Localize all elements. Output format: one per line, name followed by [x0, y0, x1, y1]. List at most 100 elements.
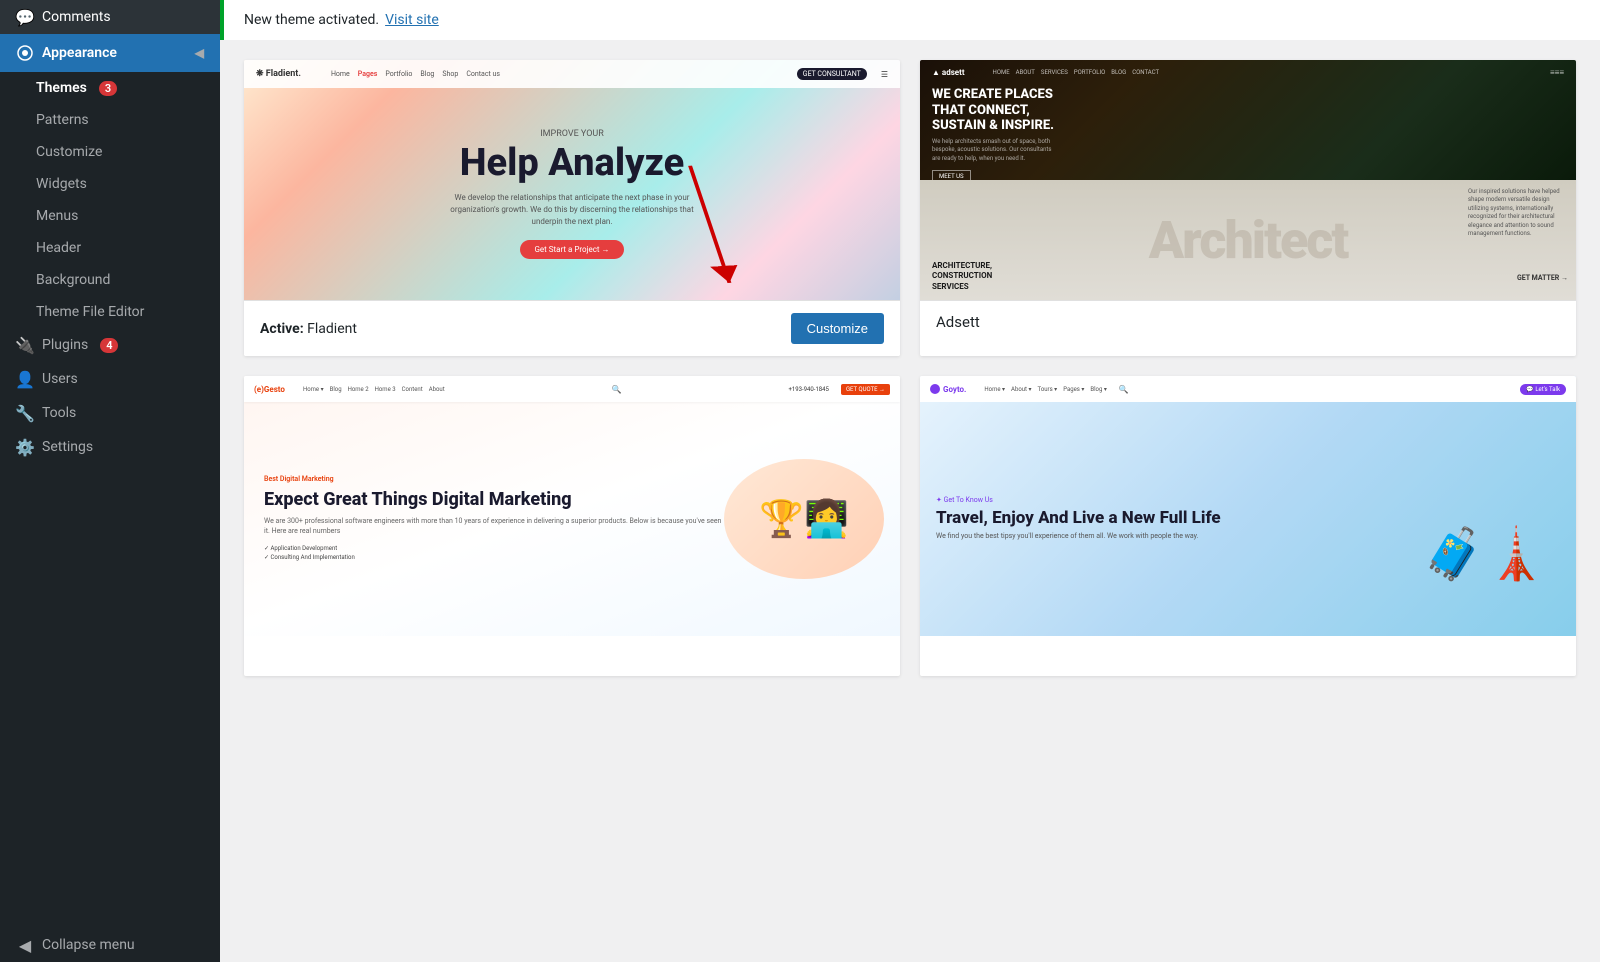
- fladient-nav-shop: Shop: [442, 70, 458, 78]
- gesto-hero-left: Best Digital Marketing Expect Great Thin…: [264, 475, 724, 562]
- sidebar: 💬 Comments Appearance ◀ Themes 3 Pattern…: [0, 0, 220, 962]
- themes-area: ❋ Fladient. Home Pages Portfolio Blog Sh…: [220, 40, 1600, 962]
- goyto-nav-links: Home ▾ About ▾ Tours ▾ Pages ▾ Blog ▾: [984, 386, 1106, 393]
- sidebar-item-theme-file-editor-label: Theme File Editor: [36, 304, 144, 320]
- sidebar-item-collapse-menu[interactable]: ◀ Collapse menu: [0, 928, 220, 962]
- fladient-nav-portfolio: Portfolio: [385, 70, 412, 78]
- fladient-heading: Help Analyze: [460, 143, 685, 185]
- fladient-nav-contact: Contact us: [466, 70, 500, 78]
- notice-text: New theme activated.: [244, 12, 379, 28]
- sidebar-item-background-label: Background: [36, 272, 110, 288]
- adsett-logo: ▲ adsett: [932, 68, 965, 77]
- fladient-footer-left: Active: Fladient: [260, 321, 357, 337]
- goyto-logo: Goyto.: [930, 384, 966, 394]
- adsett-arch-text: Architect: [1149, 210, 1347, 271]
- goyto-suitcase-icon: 🧳🗼: [1423, 526, 1548, 584]
- fladient-logo: ❋ Fladient.: [256, 69, 301, 79]
- sidebar-item-themes-label: Themes: [36, 80, 87, 96]
- sidebar-item-menus[interactable]: Menus: [0, 200, 220, 232]
- adsett-top: ▲ adsett HOME ABOUT SERVICES PORTFOLIO B…: [920, 60, 1576, 180]
- themes-grid: ❋ Fladient. Home Pages Portfolio Blog Sh…: [244, 60, 1576, 676]
- gesto-check-1: ✓ Application Development: [264, 545, 724, 552]
- plugins-badge: 4: [100, 338, 118, 353]
- adsett-menu: ≡≡≡: [1550, 68, 1564, 77]
- adsett-bottom-info: ARCHITECTURE,CONSTRUCTIONSERVICES: [932, 261, 992, 292]
- goyto-heading: Travel, Enjoy And Live a New Full Life: [936, 508, 1410, 528]
- sidebar-item-settings-label: Settings: [42, 439, 93, 455]
- adsett-services: ARCHITECTURE,CONSTRUCTIONSERVICES: [932, 261, 992, 292]
- gesto-small-tag: Best Digital Marketing: [264, 475, 724, 483]
- goyto-nav: Goyto. Home ▾ About ▾ Tours ▾ Pages ▾ Bl…: [920, 376, 1576, 402]
- gesto-check-2: ✓ Consulting And Implementation: [264, 554, 724, 561]
- adsett-get-matter: GET MATTER →: [1517, 265, 1568, 284]
- plugins-icon: 🔌: [16, 336, 34, 354]
- goyto-hero-left: ✦ Get To Know Us Travel, Enjoy And Live …: [936, 496, 1410, 542]
- goyto-hero: ✦ Get To Know Us Travel, Enjoy And Live …: [920, 402, 1576, 636]
- fladient-customize-button[interactable]: Customize: [791, 313, 884, 344]
- fladient-nav-home: Home: [331, 70, 350, 78]
- appearance-icon: [16, 44, 34, 62]
- sidebar-item-tools[interactable]: 🔧 Tools: [0, 396, 220, 430]
- fladient-nav-pages: Pages: [358, 70, 378, 78]
- visit-site-link[interactable]: Visit site: [385, 12, 439, 28]
- adsett-nav-contact: CONTACT: [1132, 69, 1159, 76]
- sidebar-item-comments-label: Comments: [42, 9, 111, 25]
- goyto-logo-dot: [930, 384, 940, 394]
- adsett-nav-links: HOME ABOUT SERVICES PORTFOLIO BLOG CONTA…: [993, 69, 1160, 76]
- theme-card-goyto[interactable]: Goyto. Home ▾ About ▾ Tours ▾ Pages ▾ Bl…: [920, 376, 1576, 676]
- active-theme-name: Fladient: [307, 321, 357, 337]
- gesto-preview: (e)Gesto Home ▾ Blog Home 2 Home 3 Conte…: [244, 376, 900, 636]
- theme-card-adsett[interactable]: ▲ adsett HOME ABOUT SERVICES PORTFOLIO B…: [920, 60, 1576, 356]
- adsett-bottom: Architect ARCHITECTURE,CONSTRUCTIONSERVI…: [920, 180, 1576, 300]
- sidebar-item-plugins-label: Plugins: [42, 337, 88, 353]
- adsett-nav-blog: BLOG: [1111, 69, 1126, 76]
- sidebar-item-patterns[interactable]: Patterns: [0, 104, 220, 136]
- users-icon: 👤: [16, 370, 34, 388]
- adsett-right-text: Our inspired solutions have helped shape…: [1468, 188, 1568, 238]
- sidebar-item-users[interactable]: 👤 Users: [0, 362, 220, 396]
- fladient-get-btn: GET CONSULTANT: [797, 68, 867, 80]
- adsett-preview: ▲ adsett HOME ABOUT SERVICES PORTFOLIO B…: [920, 60, 1576, 300]
- theme-card-fladient[interactable]: ❋ Fladient. Home Pages Portfolio Blog Sh…: [244, 60, 900, 356]
- settings-icon: ⚙️: [16, 438, 34, 456]
- fladient-nav-blog: Blog: [420, 70, 434, 78]
- sidebar-item-patterns-label: Patterns: [36, 112, 89, 128]
- sidebar-item-comments[interactable]: 💬 Comments: [0, 0, 220, 34]
- sidebar-item-customize-label: Customize: [36, 144, 102, 160]
- fladient-small-text: IMPROVE YOUR: [540, 129, 604, 139]
- fladient-desc: We develop the relationships that antici…: [442, 192, 702, 228]
- sidebar-item-settings[interactable]: ⚙️ Settings: [0, 430, 220, 464]
- fladient-nav: ❋ Fladient. Home Pages Portfolio Blog Sh…: [244, 60, 900, 88]
- main-content: New theme activated. Visit site ❋ Fladie…: [220, 0, 1600, 962]
- gesto-desc: We are 300+ professional software engine…: [264, 517, 724, 537]
- gesto-contact: +193-940-1845: [788, 386, 828, 393]
- sidebar-item-customize[interactable]: Customize: [0, 136, 220, 168]
- theme-card-gesto[interactable]: (e)Gesto Home ▾ Blog Home 2 Home 3 Conte…: [244, 376, 900, 676]
- sidebar-item-users-label: Users: [42, 371, 78, 387]
- sidebar-item-appearance-label: Appearance: [42, 45, 117, 61]
- goyto-desc: We find you the best tipsy you'll experi…: [936, 532, 1410, 542]
- goyto-get-know: ✦ Get To Know Us: [936, 496, 1410, 504]
- sidebar-item-widgets[interactable]: Widgets: [0, 168, 220, 200]
- gesto-nav-links: Home ▾ Blog Home 2 Home 3 Content About: [303, 386, 445, 393]
- sidebar-item-background[interactable]: Background: [0, 264, 220, 296]
- sidebar-item-appearance[interactable]: Appearance ◀: [0, 34, 220, 72]
- adsett-footer: Adsett: [920, 300, 1576, 343]
- fladient-menu-icon: ☰: [881, 70, 888, 79]
- fladient-preview: ❋ Fladient. Home Pages Portfolio Blog Sh…: [244, 60, 900, 300]
- adsett-nav-home: HOME: [993, 69, 1010, 76]
- themes-badge: 3: [99, 81, 117, 96]
- active-label: Active:: [260, 321, 304, 337]
- sidebar-item-themes[interactable]: Themes 3: [0, 72, 220, 104]
- adsett-nav-services: SERVICES: [1041, 69, 1068, 76]
- goyto-hero-illustration: 🧳🗼: [1410, 454, 1560, 584]
- sidebar-item-menus-label: Menus: [36, 208, 78, 224]
- sidebar-item-theme-file-editor[interactable]: Theme File Editor: [0, 296, 220, 328]
- adsett-nav: ▲ adsett HOME ABOUT SERVICES PORTFOLIO B…: [932, 68, 1564, 77]
- adsett-sub: We help architects smash out of space, b…: [932, 138, 1052, 163]
- sidebar-item-header[interactable]: Header: [0, 232, 220, 264]
- gesto-illustration-icon: 🏆👩‍💻: [759, 498, 849, 540]
- collapse-icon: ◀: [16, 936, 34, 954]
- gesto-logo: (e)Gesto: [254, 385, 285, 394]
- sidebar-item-plugins[interactable]: 🔌 Plugins 4: [0, 328, 220, 362]
